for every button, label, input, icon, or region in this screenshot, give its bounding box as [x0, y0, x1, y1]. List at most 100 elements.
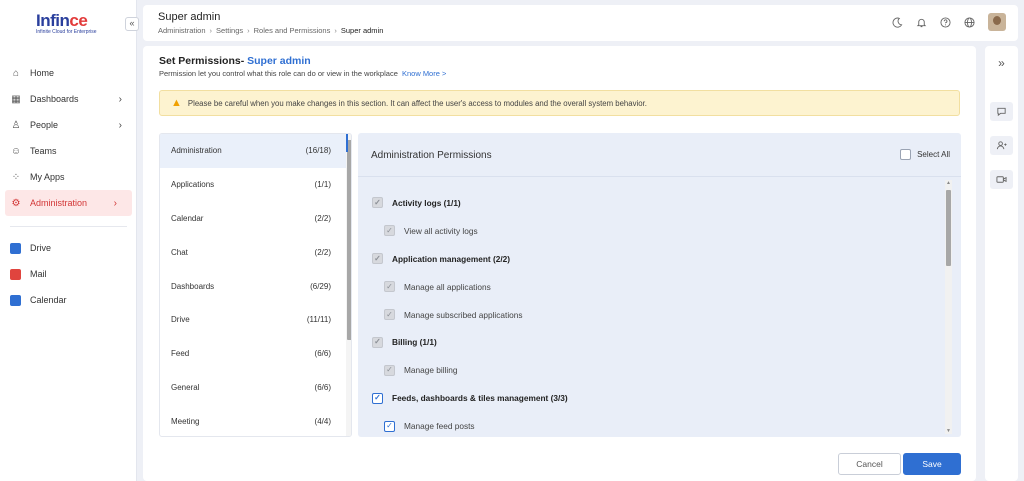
permission-checkbox: ✓: [384, 364, 395, 376]
breadcrumb: Administration › Settings › Roles and Permis…: [158, 26, 383, 35]
category-item-feed[interactable]: Feed (6/6): [160, 337, 351, 371]
permissions-scroll-thumb[interactable]: [946, 190, 951, 266]
category-count: (4/4): [314, 416, 331, 426]
permission-item[interactable]: ✓ Manage all applications: [372, 273, 942, 301]
sidebar-item-home[interactable]: ⌂ Home: [0, 60, 137, 86]
main-content: Set Permissions- Super admin Permission …: [143, 46, 976, 481]
set-permissions-heading: Set Permissions- Super admin: [159, 55, 311, 67]
permission-label: Manage subscribed applications: [404, 309, 523, 320]
permission-label: View all activity logs: [404, 225, 478, 236]
infince-logo[interactable]: Infince Infinite Cloud for Enterprise: [36, 12, 98, 38]
chat-icon[interactable]: [990, 102, 1013, 121]
permissions-panel: Administration Permissions Select All ✓ A…: [358, 133, 961, 437]
sidebar-divider: [10, 226, 127, 227]
select-all-box[interactable]: [900, 149, 912, 160]
collapse-sidebar-button[interactable]: «: [125, 17, 139, 31]
cancel-button[interactable]: Cancel: [838, 453, 901, 475]
video-call-icon[interactable]: [990, 170, 1013, 189]
category-count: (6/6): [314, 349, 331, 359]
category-list: Administration (16/18) Applications (1/1) Ca…: [160, 134, 351, 436]
category-item-dashboards[interactable]: Dashboards (6/29): [160, 269, 351, 303]
permissions-scrollbar[interactable]: ▲ ▼: [945, 180, 952, 434]
permission-label: Manage feed posts: [404, 421, 475, 432]
sidebar-app-drive[interactable]: Drive: [0, 235, 137, 261]
breadcrumb-separator: ›: [247, 26, 250, 35]
permission-group[interactable]: ✓ Application management (2/2): [372, 245, 942, 273]
breadcrumb-separator: ›: [334, 26, 337, 35]
chevron-right-icon: ›: [118, 119, 122, 131]
sidebar-item-people[interactable]: ♙ People ›: [0, 112, 137, 138]
permission-checkbox[interactable]: ✓: [372, 392, 383, 404]
sidebar-item-my-apps[interactable]: ⁘ My Apps: [0, 164, 137, 190]
dashboard-icon: ▦: [11, 93, 21, 105]
sidebar-app-calendar[interactable]: Calendar: [0, 287, 137, 313]
permission-checkbox: ✓: [384, 309, 395, 320]
scroll-up-arrow[interactable]: ▲: [945, 180, 952, 186]
permission-label: Feeds, dashboards & tiles management (3/…: [392, 393, 568, 404]
category-count: (6/6): [314, 382, 331, 392]
sidebar-item-administration[interactable]: ⚙ Administration ›: [5, 190, 132, 216]
select-all-checkbox[interactable]: Select All: [900, 149, 950, 160]
category-label: General: [171, 382, 200, 392]
permissions-header: Administration Permissions Select All: [358, 133, 961, 177]
know-more-link[interactable]: Know More >: [402, 69, 446, 78]
sidebar-item-label: Teams: [30, 146, 57, 156]
category-item-calendar[interactable]: Calendar (2/2): [160, 202, 351, 236]
sidebar-item-label: My Apps: [30, 172, 65, 182]
chevron-right-icon: ›: [118, 93, 122, 105]
user-avatar[interactable]: [988, 13, 1006, 31]
dark-mode-icon[interactable]: [890, 15, 904, 29]
apps-icon: ⁘: [11, 171, 21, 183]
active-category-indicator: [346, 134, 348, 152]
category-label: Administration: [171, 146, 222, 156]
sidebar-item-label: Home: [30, 68, 55, 78]
category-label: Meeting: [171, 416, 200, 426]
category-label: Dashboards: [171, 281, 215, 291]
chevron-right-icon: ›: [113, 197, 117, 209]
breadcrumb-item[interactable]: Roles and Permissions: [254, 26, 331, 35]
category-item-applications[interactable]: Applications (1/1): [160, 168, 351, 202]
permission-group[interactable]: ✓ Billing (1/1): [372, 328, 942, 356]
permission-item[interactable]: ✓ Manage subscribed applications: [372, 301, 942, 329]
category-item-general[interactable]: General (6/6): [160, 371, 351, 405]
breadcrumb-item[interactable]: Settings: [216, 26, 243, 35]
sidebar-item-label: People: [30, 120, 59, 130]
permission-item[interactable]: ✓ Manage billing: [372, 356, 942, 384]
permission-item[interactable]: ✓ Manage feed posts: [372, 412, 942, 437]
category-count: (6/29): [310, 281, 331, 291]
category-item-chat[interactable]: Chat (2/2): [160, 235, 351, 269]
breadcrumb-item: Super admin: [340, 26, 384, 35]
category-item-meeting[interactable]: Meeting (4/4): [160, 404, 351, 436]
expand-rail-icon[interactable]: »: [985, 56, 1018, 70]
sidebar-app-mail[interactable]: Mail: [0, 261, 137, 287]
sidebar-item-dashboards[interactable]: ▦ Dashboards ›: [0, 86, 137, 112]
permission-label: Application management (2/2): [392, 253, 511, 264]
calendar-icon: [10, 294, 21, 306]
permission-label: Activity logs (1/1): [392, 197, 461, 208]
permission-group[interactable]: ✓ Activity logs (1/1): [372, 189, 942, 217]
category-item-administration[interactable]: Administration (16/18): [160, 134, 351, 168]
category-item-drive[interactable]: Drive (11/11): [160, 303, 351, 337]
breadcrumb-separator: ›: [209, 26, 213, 35]
category-count: (11/11): [306, 315, 331, 325]
contacts-icon[interactable]: [990, 136, 1013, 155]
category-label: Feed: [171, 349, 190, 359]
category-scrollbar[interactable]: [346, 134, 351, 436]
permission-group[interactable]: ✓ Feeds, dashboards & tiles management (3…: [372, 384, 942, 412]
logo-wordmark: Infince: [36, 11, 88, 30]
right-rail: »: [985, 46, 1018, 481]
language-globe-icon[interactable]: [962, 15, 976, 29]
notification-bell-icon[interactable]: [914, 15, 928, 29]
left-sidebar: Infince Infinite Cloud for Enterprise « …: [0, 0, 139, 481]
category-label: Drive: [171, 315, 190, 325]
permission-item[interactable]: ✓ View all activity logs: [372, 217, 942, 245]
help-icon[interactable]: [938, 15, 952, 29]
permission-checkbox[interactable]: ✓: [384, 420, 395, 432]
breadcrumb-item[interactable]: Administration: [158, 26, 206, 35]
category-scroll-thumb[interactable]: [347, 140, 351, 340]
save-button[interactable]: Save: [903, 453, 961, 475]
sidebar-item-teams[interactable]: ☺ Teams: [0, 138, 137, 164]
mail-icon: [10, 268, 21, 280]
header-actions: [880, 13, 1006, 31]
scroll-down-arrow[interactable]: ▼: [945, 428, 952, 434]
